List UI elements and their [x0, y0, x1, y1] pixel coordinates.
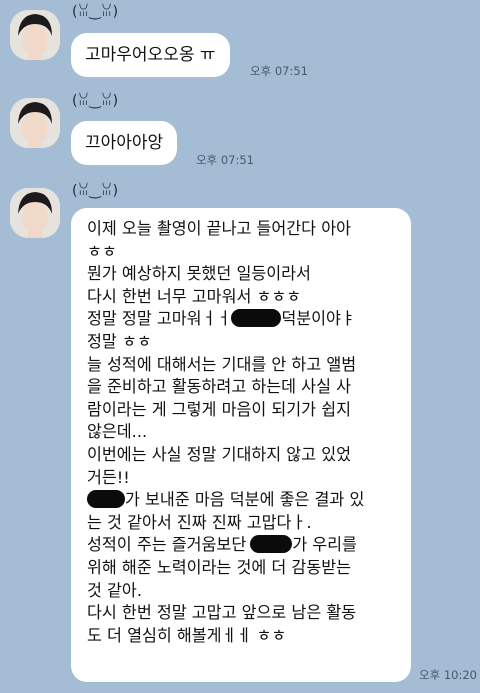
sender-name: (ꈍ‿ꈍ)	[72, 183, 119, 199]
sender-name: (ꈍ‿ꈍ)	[72, 4, 119, 20]
message-text-fragment: 덕분이야ㅑ	[281, 309, 356, 329]
message-bubble[interactable]: 고마우어오오옹 ㅠ	[71, 33, 230, 77]
redaction-blot	[250, 535, 293, 554]
message-line: 것 같아.	[87, 580, 142, 600]
message-time: 오후 07:51	[250, 64, 308, 78]
message-line-redacted: 성적이 주는 즐거움보단 가 우리를	[87, 534, 395, 557]
message-text-fragment: 정말 정말 고마워ㅓㅓ	[87, 309, 232, 329]
message-time: 오후 10:20	[419, 668, 477, 682]
sender-avatar[interactable]	[10, 188, 60, 238]
profile-photo-icon	[10, 188, 60, 238]
message-line: 을 준비하고 활동하려고 하는데 사실 사	[87, 377, 352, 397]
message-body: 이제 오늘 촬영이 끝나고 들어간다 아아 ㅎㅎ 뭔가 예상하지 못했던 일등이…	[71, 208, 411, 647]
message-bubble[interactable]: 이제 오늘 촬영이 끝나고 들어간다 아아 ㅎㅎ 뭔가 예상하지 못했던 일등이…	[71, 208, 411, 682]
profile-photo-icon	[10, 10, 60, 60]
message-line: 다시 한번 정말 고맙고 앞으로 남은 활동	[87, 603, 357, 623]
message-line: 는 것 같아서 진짜 진짜 고맙다ㅏ.	[87, 512, 312, 532]
message-line: 정말 ㅎㅎ	[87, 331, 152, 351]
message-text: 끄아아아앙	[85, 133, 164, 153]
message-text-fragment: 가 우리를	[292, 535, 357, 555]
message-bubble[interactable]: 끄아아아앙	[71, 121, 178, 165]
message-line: 늘 성적에 대해서는 기대를 안 하고 앨범	[87, 354, 357, 374]
message-line: 뭔가 예상하지 못했던 일등이라서	[87, 264, 311, 284]
message-text-fragment: 성적이 주는 즐거움보단	[87, 535, 247, 555]
message-text-fragment: 가 보내준 마음 덕분에 좋은 결과 있	[125, 490, 365, 510]
profile-photo-icon	[10, 98, 60, 148]
message-line: 이제 오늘 촬영이 끝나고 들어간다 아아	[87, 219, 352, 238]
sender-name: (ꈍ‿ꈍ)	[72, 93, 119, 109]
message-line: 이번에는 사실 정말 기대하지 않고 있었	[87, 444, 352, 464]
message-line: 람이라는 게 그렇게 마음이 되기가 쉽지	[87, 399, 352, 419]
message-line: 다시 한번 너무 고마워서 ㅎㅎㅎ	[87, 286, 302, 306]
redaction-blot	[231, 309, 282, 328]
message-line: 거든!!	[87, 467, 130, 487]
message-time: 오후 07:51	[196, 153, 254, 167]
sender-avatar[interactable]	[10, 10, 60, 60]
sender-avatar[interactable]	[10, 98, 60, 148]
message-line-redacted: 정말 정말 고마워ㅓㅓ 덕분이야ㅑ	[87, 308, 395, 331]
message-line: 않은데...	[87, 422, 148, 442]
message-line: 도 더 열심히 해볼게ㅔㅔ ㅎㅎ	[87, 625, 287, 645]
message-line: 위해 해준 노력이라는 것에 더 감동받는	[87, 557, 352, 577]
message-line-redacted: 가 보내준 마음 덕분에 좋은 결과 있	[87, 489, 395, 512]
message-text: 고마우어오오옹 ㅠ	[85, 45, 216, 65]
message-line: ㅎㅎ	[87, 241, 117, 261]
redaction-blot	[87, 490, 125, 509]
